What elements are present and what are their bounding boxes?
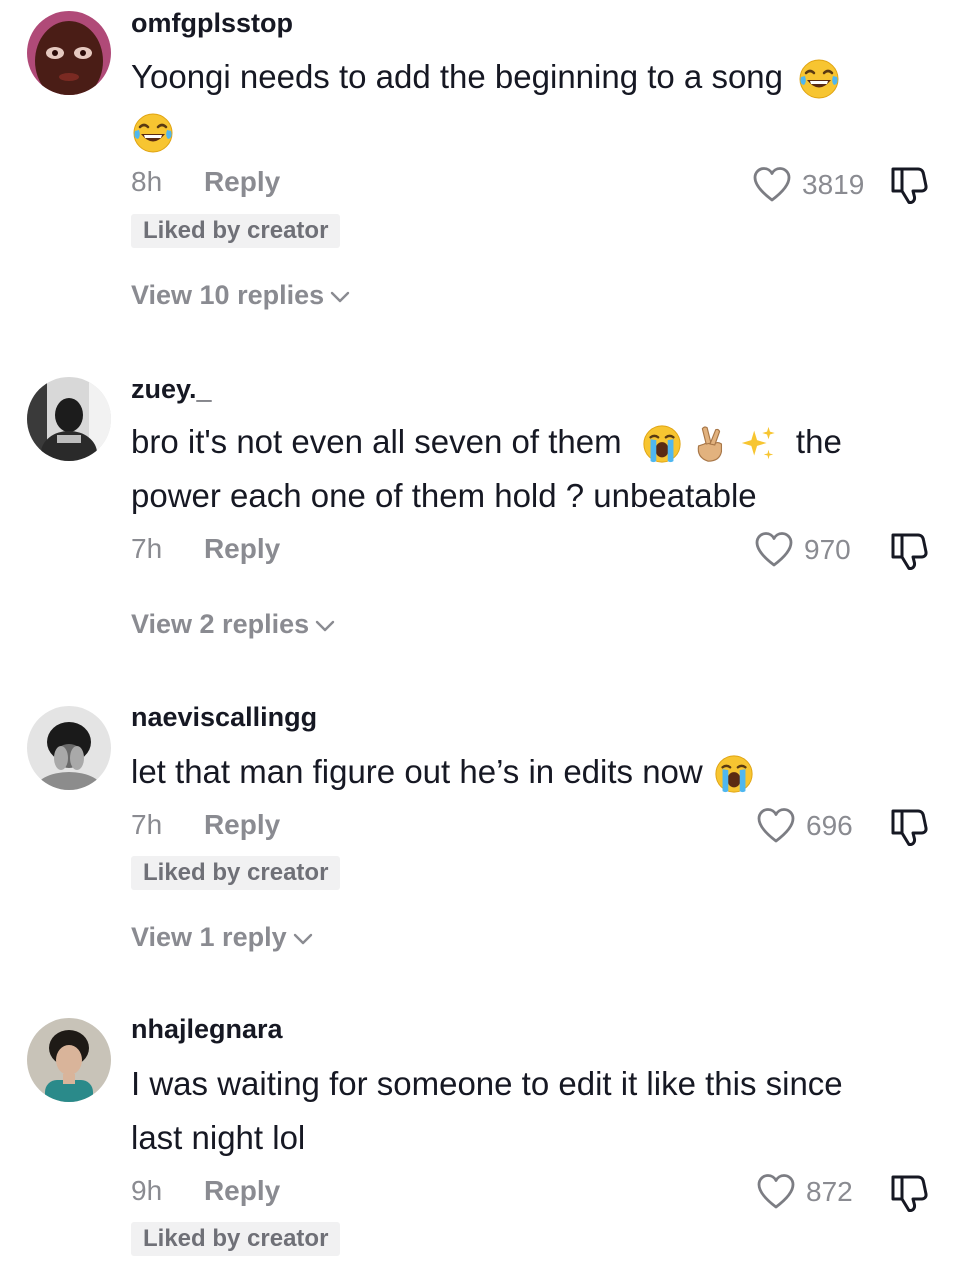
username[interactable]: zuey._	[131, 374, 212, 405]
reply-button[interactable]: Reply	[204, 166, 280, 198]
view-replies-button[interactable]: View 2 replies	[131, 609, 335, 640]
timestamp: 7h	[131, 809, 163, 840]
reply-button[interactable]: Reply	[204, 1175, 280, 1207]
avatar[interactable]	[27, 11, 111, 95]
timestamp: 9h	[131, 1175, 163, 1206]
loudly-crying-face-icon	[713, 753, 755, 795]
like-count: 3819	[802, 169, 865, 200]
view-replies-button[interactable]: View 10 replies	[131, 280, 350, 311]
heart-icon	[756, 806, 796, 846]
username[interactable]: nhajlegnara	[131, 1014, 283, 1045]
chevron-down-icon	[315, 620, 335, 632]
dislike-icon[interactable]	[888, 806, 930, 848]
dislike-icon[interactable]	[888, 1172, 930, 1214]
comment-text: let that man figure out he’s in edits no…	[131, 745, 931, 799]
comment-text: I was waiting for someone to edit it lik…	[131, 1065, 843, 1156]
username[interactable]: omfgplsstop	[131, 8, 293, 39]
grinning-sweat-laugh-icon	[797, 57, 841, 101]
heart-icon	[752, 165, 792, 205]
username[interactable]: naeviscallingg	[131, 702, 317, 733]
comment-meta: 7h Reply	[131, 533, 280, 565]
chevron-down-icon	[330, 291, 350, 303]
avatar[interactable]	[27, 706, 111, 790]
like-count: 872	[806, 1176, 853, 1207]
chevron-down-icon	[293, 933, 313, 945]
timestamp: 8h	[131, 166, 163, 197]
avatar[interactable]	[27, 377, 111, 461]
sparkles-icon	[737, 423, 779, 465]
reply-button[interactable]: Reply	[204, 533, 280, 565]
crossed-fingers-icon	[689, 423, 731, 465]
comment-meta: 9h Reply	[131, 1175, 280, 1207]
reply-button[interactable]: Reply	[204, 809, 280, 841]
liked-by-creator-badge: Liked by creator	[131, 214, 341, 248]
comment-meta: 7h Reply	[131, 809, 280, 841]
dislike-icon[interactable]	[888, 164, 930, 206]
timestamp: 7h	[131, 533, 163, 564]
view-replies-button[interactable]: View 1 reply	[131, 922, 313, 953]
grinning-sweat-laugh-icon	[131, 111, 175, 155]
dislike-icon[interactable]	[888, 530, 930, 572]
like-count: 696	[806, 810, 853, 841]
comment-text: Yoongi needs to add the beginning to a s…	[131, 50, 931, 158]
loudly-crying-face-icon	[641, 423, 683, 465]
liked-by-creator-badge: Liked by creator	[131, 1222, 341, 1256]
heart-icon	[754, 530, 794, 570]
comment-text: bro it's not even all seven of them the …	[131, 423, 842, 514]
comment-meta: 8h Reply	[131, 166, 280, 198]
heart-icon	[756, 1172, 796, 1212]
avatar[interactable]	[27, 1018, 111, 1102]
like-count: 970	[804, 534, 851, 565]
liked-by-creator-badge: Liked by creator	[131, 856, 341, 890]
